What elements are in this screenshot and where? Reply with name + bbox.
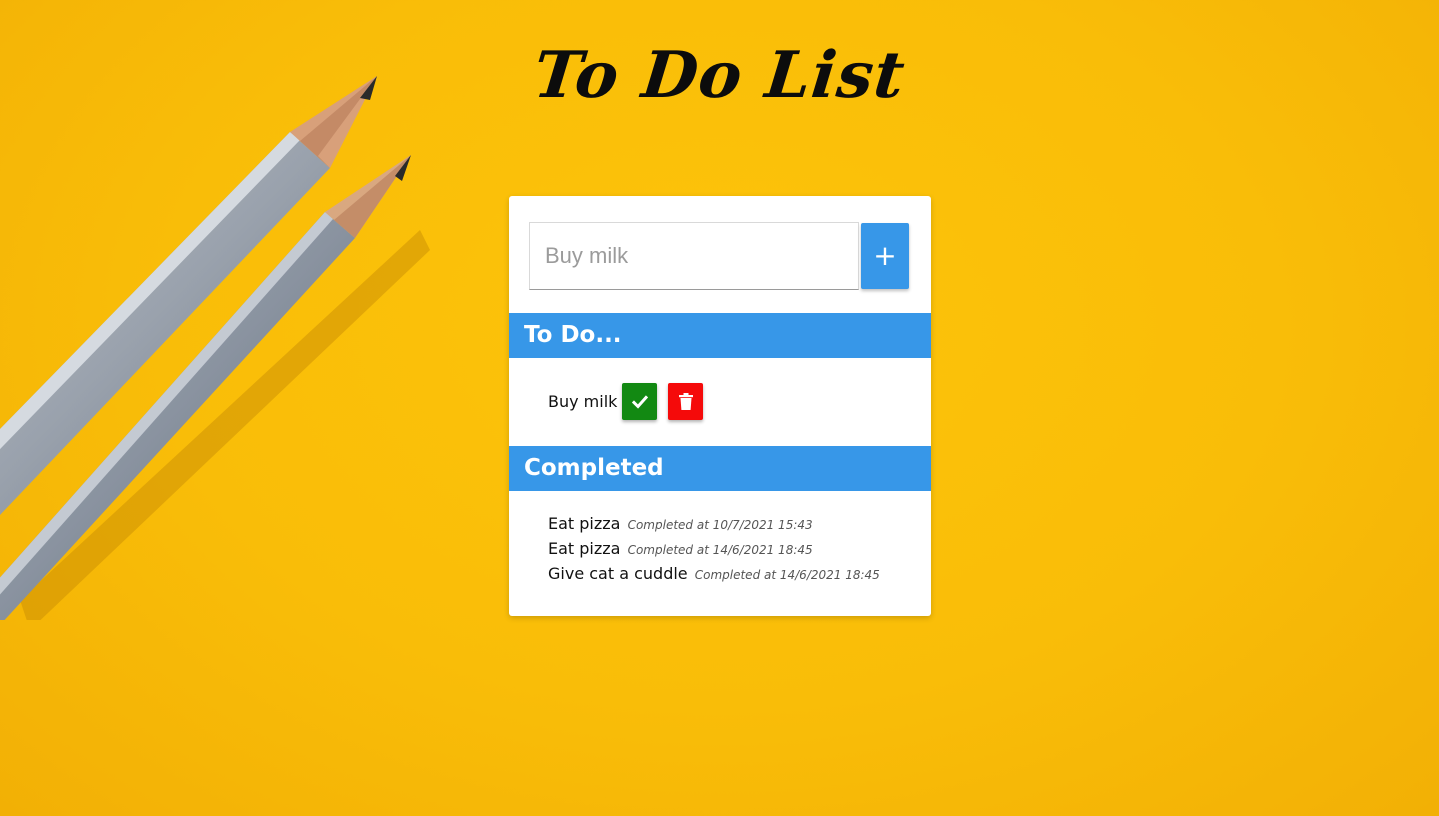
- completed-item: Eat pizza Completed at 10/7/2021 15:43: [548, 511, 880, 536]
- completed-item-text: Eat pizza: [548, 514, 621, 533]
- completed-item: Give cat a cuddle Completed at 14/6/2021…: [548, 561, 880, 586]
- page: { "page": { "title": "To Do List" }, "in…: [0, 0, 1439, 816]
- add-button[interactable]: +: [861, 223, 909, 289]
- todo-list-item: Buy milk: [548, 383, 704, 420]
- completed-item-time: Completed at 10/7/2021 15:43: [627, 518, 813, 532]
- complete-button[interactable]: [622, 383, 658, 420]
- delete-button[interactable]: [668, 383, 704, 420]
- completed-section-header: Completed: [509, 446, 931, 491]
- completed-list: Eat pizza Completed at 10/7/2021 15:43 E…: [548, 511, 880, 586]
- completed-item: Eat pizza Completed at 14/6/2021 18:45: [548, 536, 880, 561]
- todo-item-text: Buy milk: [548, 392, 618, 411]
- plus-icon: +: [873, 239, 897, 272]
- page-title: To Do List: [530, 38, 909, 113]
- completed-item-text: Give cat a cuddle: [548, 564, 688, 583]
- add-todo-form: +: [529, 222, 911, 290]
- completed-item-time: Completed at 14/6/2021 18:45: [627, 543, 813, 557]
- todo-section-header: To Do...: [509, 313, 931, 358]
- completed-item-text: Eat pizza: [548, 539, 621, 558]
- todo-card: + To Do... Buy milk Completed Eat pizza …: [509, 196, 931, 616]
- completed-item-time: Completed at 14/6/2021 18:45: [694, 568, 880, 582]
- trash-icon: [678, 393, 693, 410]
- new-todo-input[interactable]: [529, 222, 859, 290]
- check-icon: [631, 394, 648, 409]
